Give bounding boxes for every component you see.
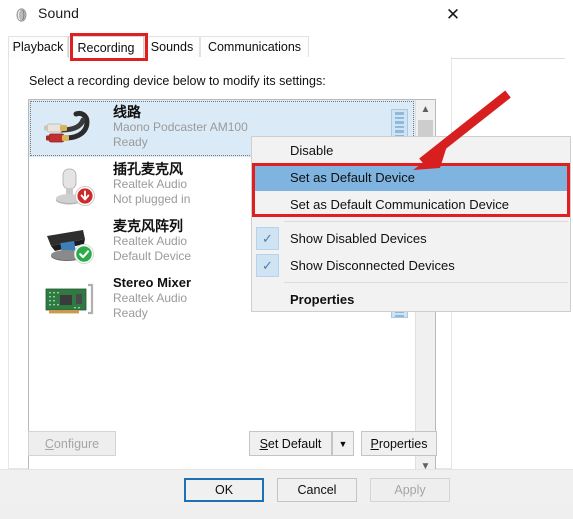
title-bar: Sound ✕ bbox=[0, 0, 573, 32]
device-name: 插孔麦克风 bbox=[113, 161, 183, 177]
microphone-array-icon bbox=[43, 222, 105, 266]
set-default-dropdown-arrow-icon[interactable]: ▼ bbox=[332, 431, 354, 456]
sound-card-icon bbox=[43, 279, 105, 323]
properties-button[interactable]: Properties bbox=[361, 431, 437, 456]
sound-dialog-window: Sound ✕ Playback Recording Sounds Commun… bbox=[0, 0, 573, 506]
tab-sounds[interactable]: Sounds bbox=[144, 36, 200, 57]
check-icon: ✓ bbox=[256, 254, 279, 277]
menu-item-set-as-default-device[interactable]: Set as Default Device bbox=[252, 164, 570, 191]
device-name: Stereo Mixer bbox=[113, 275, 192, 290]
tab-strip: Playback Recording Sounds Communications bbox=[8, 36, 565, 59]
menu-item-label: Set as Default Communication Device bbox=[290, 197, 509, 212]
speaker-icon bbox=[14, 7, 30, 23]
device-driver: Realtek Audio bbox=[113, 291, 188, 305]
close-icon[interactable]: ✕ bbox=[430, 0, 476, 30]
list-item-text: Stereo Mixer Realtek Audio Ready bbox=[113, 275, 191, 321]
page-title: Sound bbox=[38, 5, 79, 21]
dialog-footer: OK Cancel Apply bbox=[0, 469, 573, 506]
menu-item-label: Set as Default Device bbox=[290, 170, 416, 185]
menu-item-show-disabled-devices[interactable]: ✓ Show Disabled Devices bbox=[252, 225, 570, 252]
tab-communications[interactable]: Communications bbox=[200, 36, 309, 57]
apply-button[interactable]: Apply bbox=[370, 478, 450, 502]
menu-separator bbox=[284, 282, 568, 283]
microphone-icon bbox=[43, 165, 105, 209]
menu-item-label: Show Disabled Devices bbox=[290, 231, 427, 246]
device-status: Not plugged in bbox=[113, 192, 191, 206]
device-driver: Maono Podcaster AM100 bbox=[113, 120, 248, 134]
device-status: Default Device bbox=[113, 249, 192, 263]
properties-accel: P bbox=[370, 436, 379, 451]
menu-item-label: Properties bbox=[290, 292, 355, 307]
device-status: Ready bbox=[113, 135, 148, 149]
ok-button[interactable]: OK bbox=[184, 478, 264, 502]
list-item-text: 插孔麦克风 Realtek Audio Not plugged in bbox=[113, 161, 190, 207]
menu-item-label: Show Disconnected Devices bbox=[290, 258, 455, 273]
device-name: 麦克风阵列 bbox=[113, 218, 183, 234]
menu-item-set-as-default-communication-device[interactable]: Set as Default Communication Device bbox=[252, 191, 570, 218]
configure-label-rest: onfigure bbox=[53, 436, 100, 451]
menu-item-label: Disable bbox=[290, 143, 334, 158]
device-driver: Realtek Audio bbox=[113, 177, 188, 191]
properties-label-rest: roperties bbox=[378, 436, 428, 451]
tab-recording[interactable]: Recording bbox=[68, 36, 144, 58]
list-item-text: 麦克风阵列 Realtek Audio Default Device bbox=[113, 218, 191, 264]
set-default-accel: S bbox=[259, 436, 268, 451]
menu-item-show-disconnected-devices[interactable]: ✓ Show Disconnected Devices bbox=[252, 252, 570, 279]
set-default-button[interactable]: Set Default bbox=[249, 431, 332, 456]
context-menu[interactable]: Disable Set as Default Device Set as Def… bbox=[251, 136, 571, 312]
list-item-text: 线路 Maono Podcaster AM100 Ready bbox=[113, 104, 248, 150]
configure-accel: C bbox=[44, 436, 54, 451]
check-icon: ✓ bbox=[256, 227, 279, 250]
page-bottom-strip bbox=[0, 505, 573, 519]
menu-separator bbox=[284, 221, 568, 222]
configure-button[interactable]: Configure bbox=[28, 431, 116, 456]
menu-item-disable[interactable]: Disable bbox=[252, 137, 570, 164]
instruction-label: Select a recording device below to modif… bbox=[29, 74, 326, 88]
device-name: 线路 bbox=[113, 104, 141, 120]
rca-cable-icon bbox=[43, 108, 105, 152]
chevron-up-icon[interactable]: ▲ bbox=[416, 100, 435, 119]
device-driver: Realtek Audio bbox=[113, 234, 188, 248]
cancel-button[interactable]: Cancel bbox=[277, 478, 357, 502]
device-status: Ready bbox=[113, 306, 148, 320]
tab-playback[interactable]: Playback bbox=[8, 36, 68, 57]
set-default-label-rest: et Default bbox=[267, 436, 322, 451]
menu-item-properties[interactable]: Properties bbox=[252, 286, 570, 313]
